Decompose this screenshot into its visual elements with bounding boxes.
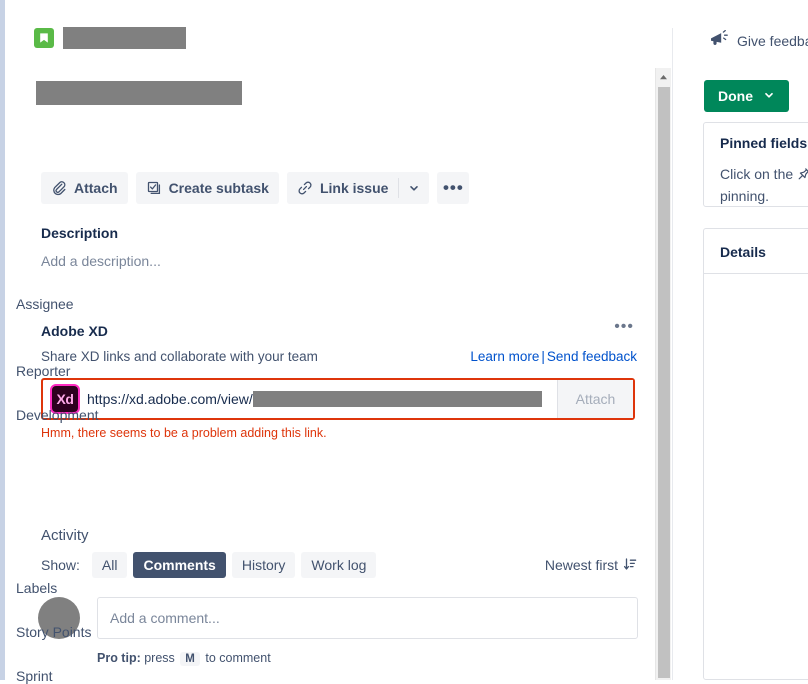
issue-main-content: Attach Create subtask Link issue ••• Des… <box>7 0 655 680</box>
details-card: Details <box>703 228 808 680</box>
adobe-xd-panel: Adobe XD ••• Share XD links and collabor… <box>41 319 637 365</box>
adobe-xd-links: Learn more | Send feedback <box>470 349 637 364</box>
comment-column: Pro tip: press M to comment <box>97 597 638 666</box>
ellipsis-icon: ••• <box>442 178 464 197</box>
issue-title-redacted[interactable] <box>36 81 242 105</box>
give-feedback-button[interactable]: Give feedback <box>709 29 808 51</box>
scrollbar-thumb[interactable] <box>658 87 670 678</box>
pinned-fields-card: Pinned fields Click on the pinning. <box>703 122 808 207</box>
adobe-xd-error-message: Hmm, there seems to be a problem adding … <box>41 426 327 440</box>
field-label-development: Development <box>16 407 99 423</box>
status-done-button[interactable]: Done <box>704 80 789 112</box>
field-label-reporter: Reporter <box>16 363 71 379</box>
details-title: Details <box>720 244 766 260</box>
adobe-xd-more-button[interactable]: ••• <box>614 319 634 335</box>
story-icon <box>34 28 54 48</box>
give-feedback-label: Give feedback <box>737 32 808 49</box>
adobe-xd-subtitle-row: Share XD links and collaborate with your… <box>41 349 637 364</box>
adobe-xd-url-input[interactable]: https://xd.adobe.com/view/ <box>87 380 557 418</box>
chevron-down-icon <box>763 88 775 104</box>
paperclip-icon <box>51 180 67 196</box>
create-subtask-button-label: Create subtask <box>168 180 269 196</box>
description-placeholder[interactable]: Add a description... <box>41 253 161 269</box>
vertical-scrollbar[interactable] <box>655 68 671 680</box>
adobe-xd-link-input-row: Xd https://xd.adobe.com/view/ Attach <box>41 378 635 420</box>
pro-tip-text: Pro tip: press M to comment <box>97 651 638 666</box>
pinned-text-before: Click on the <box>720 166 794 182</box>
adobe-xd-title: Adobe XD <box>41 323 108 339</box>
pinned-text-after: pinning. <box>720 188 770 204</box>
chevron-down-icon <box>408 182 420 194</box>
adobe-xd-subtitle: Share XD links and collaborate with your… <box>41 349 318 364</box>
activity-heading: Activity <box>41 527 89 544</box>
link-separator: | <box>541 349 545 364</box>
activity-filter-history[interactable]: History <box>231 552 296 578</box>
learn-more-link[interactable]: Learn more <box>470 349 539 364</box>
pinned-fields-title: Pinned fields <box>720 135 808 151</box>
attach-button-label: Attach <box>74 180 118 196</box>
add-comment-area: Pro tip: press M to comment <box>38 597 638 666</box>
field-label-sprint: Sprint <box>16 668 53 684</box>
pro-tip-press: press <box>144 651 175 665</box>
link-issue-dropdown-button[interactable] <box>399 172 430 204</box>
activity-filter-comments[interactable]: Comments <box>133 552 226 578</box>
field-label-labels: Labels <box>16 580 58 596</box>
pro-tip-prefix: Pro tip: <box>97 651 141 665</box>
issue-actions-toolbar: Attach Create subtask Link issue ••• <box>41 172 470 204</box>
pro-tip-key: M <box>180 652 200 666</box>
pin-icon <box>797 166 808 186</box>
sort-descending-icon <box>623 557 637 574</box>
status-done-label: Done <box>718 88 753 104</box>
adobe-xd-attach-button[interactable]: Attach <box>557 380 633 418</box>
activity-sort-button[interactable]: Newest first <box>545 557 637 574</box>
adobe-xd-url-redacted <box>252 391 542 407</box>
breadcrumb-redacted-text[interactable] <box>63 27 186 49</box>
pinned-fields-description: Click on the pinning. <box>720 164 808 206</box>
scroll-up-arrow-icon[interactable] <box>656 68 671 85</box>
link-issue-button-label: Link issue <box>319 180 389 196</box>
breadcrumb <box>34 27 186 49</box>
link-issue-button[interactable]: Link issue <box>286 172 399 204</box>
megaphone-icon <box>709 29 729 51</box>
attach-button[interactable]: Attach <box>41 172 128 204</box>
more-actions-button[interactable]: ••• <box>437 172 470 204</box>
pro-tip-suffix: to comment <box>205 651 271 665</box>
link-issue-split-button: Link issue <box>286 172 430 204</box>
create-subtask-button[interactable]: Create subtask <box>135 172 279 204</box>
details-divider <box>704 273 808 274</box>
field-label-story-points: Story Points <box>16 624 92 640</box>
show-label: Show: <box>41 557 80 573</box>
activity-filter-row: Show: All Comments History Work log Newe… <box>41 552 637 578</box>
description-heading: Description <box>41 225 119 241</box>
subtask-checkbox-icon <box>146 180 162 196</box>
field-label-assignee: Assignee <box>16 296 74 312</box>
adobe-xd-url-text: https://xd.adobe.com/view/ <box>87 391 253 407</box>
activity-filter-all[interactable]: All <box>91 552 128 578</box>
comment-input[interactable] <box>97 597 638 639</box>
link-icon <box>297 180 313 196</box>
send-feedback-link[interactable]: Send feedback <box>547 349 637 364</box>
activity-filter-work-log[interactable]: Work log <box>301 552 377 578</box>
activity-sort-label: Newest first <box>544 557 618 573</box>
